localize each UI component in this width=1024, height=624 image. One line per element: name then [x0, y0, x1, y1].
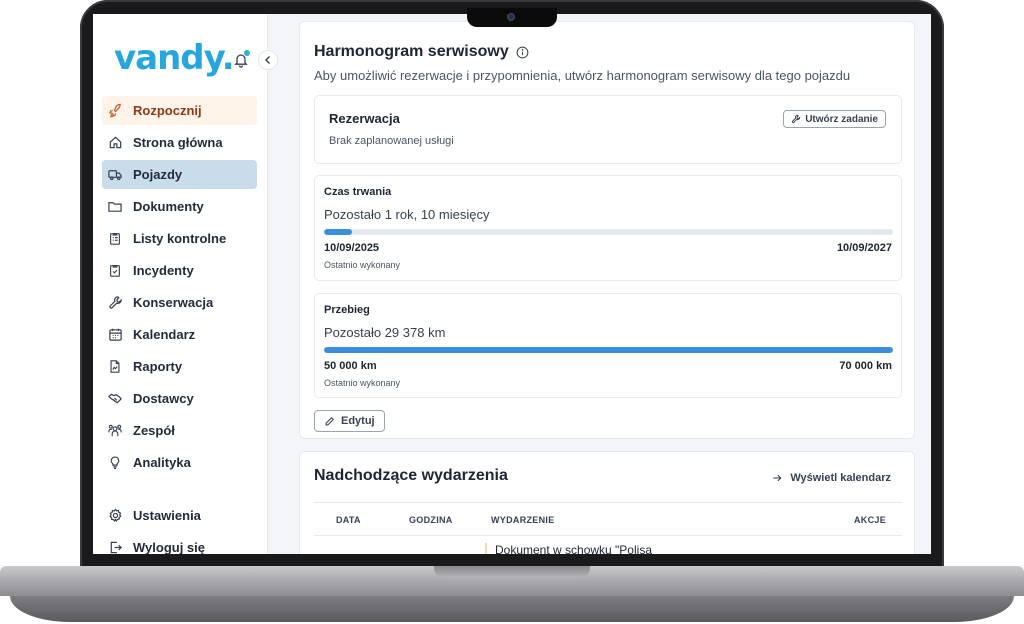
- event-row-title[interactable]: Dokument w schowku "Polisa: [485, 543, 652, 554]
- sidebar-item-analityka[interactable]: Analityka: [102, 448, 257, 477]
- duration-start-date: 10/09/2025: [324, 242, 380, 254]
- pencil-icon: [325, 416, 335, 425]
- sidebar-item-dostawcy[interactable]: Dostawcy: [102, 384, 257, 413]
- collapse-sidebar-button[interactable]: [258, 50, 278, 70]
- create-task-label: Utwórz zadanie: [805, 113, 878, 125]
- upcoming-events-card: Nadchodzące wydarzenia Wyświetl kalendar…: [299, 451, 915, 554]
- sidebar-item-label: Wyloguj się: [133, 540, 205, 554]
- sidebar-item-incydenty[interactable]: Incydenty: [102, 256, 257, 285]
- sidebar-item-label: Rozpocznij: [133, 103, 202, 118]
- service-schedule-card: Harmonogram serwisowy Aby umożliwić reze…: [299, 21, 915, 439]
- sidebar-item-konserwacja[interactable]: Konserwacja: [102, 288, 257, 317]
- sidebar-item-dokumenty[interactable]: Dokumenty: [102, 192, 257, 221]
- sidebar-item-label: Incydenty: [133, 263, 194, 278]
- sidebar-item-zespol[interactable]: Zespół: [102, 416, 257, 445]
- camera-notch: [467, 8, 557, 27]
- team-icon: [107, 423, 123, 439]
- service-schedule-subtitle: Aby umożliwić rezerwacje i przypomnienia…: [314, 68, 851, 83]
- mileage-end: 70 000 km: [839, 360, 892, 372]
- mileage-last-done: Ostatnio wykonany: [324, 378, 401, 388]
- events-table-header: DATA GODZINA WYDARZENIE AKCJE: [314, 502, 902, 536]
- duration-progress-fill: [324, 229, 353, 235]
- sidebar-item-listy-kontrolne[interactable]: Listy kontrolne: [102, 224, 257, 253]
- bell-icon[interactable]: [233, 50, 250, 68]
- clipboard-check-icon: [107, 263, 123, 279]
- sidebar-item-raporty[interactable]: Raporty: [102, 352, 257, 381]
- sidebar-bottom-nav: Ustawienia Wyloguj się: [102, 501, 257, 554]
- service-schedule-title-text: Harmonogram serwisowy: [314, 43, 509, 60]
- sidebar-item-wyloguj[interactable]: Wyloguj się: [102, 533, 257, 554]
- column-header-data: DATA: [336, 515, 361, 525]
- reservation-card: Rezerwacja Brak zaplanowanej usługi Utwó…: [314, 95, 902, 164]
- sidebar-item-rozpocznij[interactable]: Rozpocznij: [102, 96, 257, 125]
- chevron-left-icon: [265, 56, 270, 64]
- wrench-icon: [792, 114, 801, 124]
- wrench-icon: [107, 295, 123, 311]
- mileage-progress-bar: [324, 347, 893, 353]
- service-schedule-title: Harmonogram serwisowy: [314, 43, 529, 61]
- duration-end-date: 10/09/2027: [836, 242, 892, 254]
- laptop-base-groove: [434, 566, 590, 578]
- view-calendar-link[interactable]: Wyświetl kalendarz: [772, 472, 891, 484]
- notification-dot: [244, 50, 250, 56]
- sidebar-item-kalendarz[interactable]: Kalendarz: [102, 320, 257, 349]
- edit-button[interactable]: Edytuj: [314, 410, 385, 432]
- duration-last-done: Ostatnio wykonany: [324, 260, 401, 270]
- sidebar-item-ustawienia[interactable]: Ustawienia: [102, 501, 257, 530]
- duration-progress-bar: [324, 229, 893, 235]
- logout-icon: [107, 540, 123, 555]
- sidebar-item-label: Pojazdy: [133, 167, 183, 182]
- column-header-godzina: GODZINA: [409, 515, 453, 525]
- camera-icon: [507, 13, 515, 21]
- clipboard-list-icon: [107, 231, 123, 247]
- sidebar-item-pojazdy[interactable]: Pojazdy: [102, 160, 257, 189]
- sidebar-item-label: Raporty: [133, 359, 183, 374]
- mileage-remaining: Pozostało 29 378 km: [324, 325, 446, 340]
- truck-icon: [107, 167, 123, 183]
- sidebar-item-label: Dokumenty: [133, 199, 204, 214]
- arrow-right-icon: [773, 474, 782, 482]
- app-screen: vandy. Rozpocznij Strona główna Pojazdy …: [93, 14, 931, 554]
- rocket-icon: [107, 103, 123, 119]
- gear-icon: [107, 508, 123, 524]
- info-icon[interactable]: [516, 46, 529, 59]
- sidebar-item-label: Listy kontrolne: [133, 231, 227, 246]
- sidebar-item-label: Ustawienia: [133, 508, 201, 523]
- folder-icon: [107, 199, 123, 215]
- duration-card: Czas trwania Pozostało 1 rok, 10 miesięc…: [314, 175, 902, 281]
- create-task-button[interactable]: Utwórz zadanie: [783, 110, 886, 128]
- main-content: Harmonogram serwisowy Aby umożliwić reze…: [268, 14, 931, 554]
- view-calendar-label: Wyświetl kalendarz: [790, 472, 891, 484]
- lightbulb-icon: [107, 455, 123, 471]
- laptop-base: [0, 566, 1024, 624]
- mileage-progress-fill: [324, 347, 893, 353]
- sidebar: vandy. Rozpocznij Strona główna Pojazdy …: [93, 14, 268, 554]
- vandy-logo[interactable]: vandy.: [114, 38, 235, 78]
- sidebar-item-label: Kalendarz: [133, 327, 196, 342]
- handshake-icon: [107, 391, 123, 407]
- duration-remaining: Pozostało 1 rok, 10 miesięcy: [324, 207, 490, 222]
- column-header-wydarzenie: WYDARZENIE: [491, 515, 555, 525]
- sidebar-item-label: Analityka: [133, 455, 191, 470]
- reservation-status: Brak zaplanowanej usługi: [329, 135, 454, 147]
- column-header-akcje: AKCJE: [853, 515, 886, 525]
- duration-label: Czas trwania: [324, 186, 392, 198]
- mileage-start: 50 000 km: [324, 360, 377, 372]
- laptop-base-bottom: [10, 596, 1014, 622]
- report-icon: [107, 359, 123, 375]
- sidebar-item-label: Konserwacja: [133, 295, 214, 310]
- mileage-label: Przebieg: [324, 304, 370, 316]
- sidebar-item-strona-glowna[interactable]: Strona główna: [102, 128, 257, 157]
- mileage-card: Przebieg Pozostało 29 378 km 50 000 km 7…: [314, 293, 902, 398]
- reservation-title: Rezerwacja: [329, 111, 400, 126]
- edit-label: Edytuj: [341, 415, 375, 427]
- sidebar-item-label: Dostawcy: [133, 391, 194, 406]
- sidebar-item-label: Zespół: [133, 423, 175, 438]
- home-icon: [107, 135, 123, 151]
- sidebar-nav: Rozpocznij Strona główna Pojazdy Dokumen…: [102, 96, 257, 480]
- sidebar-item-label: Strona główna: [133, 135, 223, 150]
- upcoming-events-title: Nadchodzące wydarzenia: [314, 467, 508, 484]
- calendar-icon: [107, 327, 123, 343]
